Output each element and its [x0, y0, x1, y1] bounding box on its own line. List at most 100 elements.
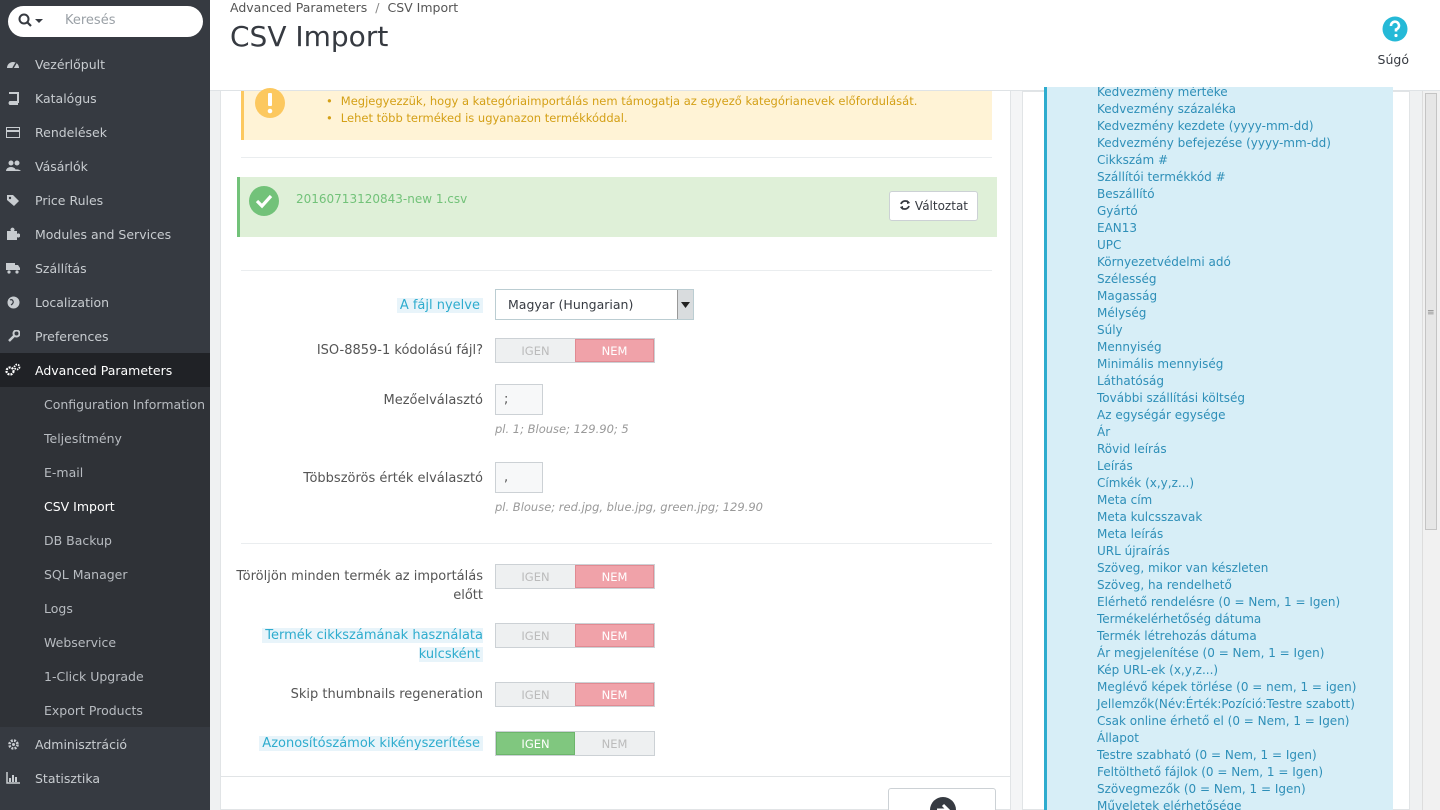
force-ids-toggle[interactable]: IGEN NEM	[495, 731, 655, 756]
nav-item-preferences[interactable]: Preferences	[0, 319, 210, 353]
field-item: Mélység	[1097, 306, 1147, 320]
force-ids-label: Azonosítószámok kikényszerítése	[259, 734, 483, 753]
nav-label: Advanced Parameters	[35, 362, 173, 378]
toggle-yes[interactable]: IGEN	[496, 339, 575, 362]
sub-item-logs[interactable]: Logs	[44, 591, 73, 625]
sku-key-toggle[interactable]: IGEN NEM	[495, 623, 655, 648]
help-label[interactable]: Súgó	[1378, 52, 1409, 67]
toggle-yes[interactable]: IGEN	[496, 565, 575, 588]
available-fields-panel: Kedvezmény mértéke Kedvezmény százaléka Ke…	[1022, 87, 1410, 810]
puzzle-icon	[5, 226, 21, 242]
sub-item-performance[interactable]: Teljesítmény	[44, 421, 122, 455]
field-item: Szöveg, ha rendelhető	[1097, 578, 1232, 592]
bar-chart-icon	[5, 770, 21, 786]
sub-item-sql-manager[interactable]: SQL Manager	[44, 557, 128, 591]
nav-label: Katalógus	[35, 90, 97, 106]
multi-separator-input[interactable]: ,	[495, 462, 543, 493]
search-input[interactable]: Keresés	[65, 13, 115, 28]
sub-item-webservice[interactable]: Webservice	[44, 625, 116, 659]
field-item: Termék létrehozás dátuma	[1097, 629, 1257, 643]
warning-line: Lehet több terméked is ugyanazon termékk…	[326, 110, 917, 127]
nav-label: Vezérlőpult	[35, 56, 106, 72]
field-item: Feltölthető fájlok (0 = Nem, 1 = Igen)	[1097, 765, 1324, 779]
page-scrollbar[interactable]: ≡	[1422, 91, 1440, 810]
language-label: A fájl nyelve	[396, 296, 483, 315]
field-item: Cikkszám #	[1097, 153, 1169, 167]
page-title: CSV Import	[230, 20, 389, 53]
field-item: Csak online érhető el (0 = Nem, 1 = Igen…	[1097, 714, 1350, 728]
nav-label: Localization	[35, 294, 110, 310]
field-item: Láthatóság	[1097, 374, 1164, 388]
change-file-label: Változtat	[914, 199, 968, 213]
toggle-yes[interactable]: IGEN	[496, 732, 576, 755]
tag-icon	[5, 192, 21, 208]
field-separator-label: Mezőelválasztó	[383, 393, 484, 408]
field-item: Elérhető rendelésre (0 = Nem, 1 = Igen)	[1097, 595, 1341, 609]
field-item: Kedvezmény kezdete (yyyy-mm-dd)	[1097, 119, 1314, 133]
nav-item-customers[interactable]: Vásárlók	[0, 149, 210, 183]
field-item: Szélesség	[1097, 272, 1157, 286]
nav-item-orders[interactable]: Rendelések	[0, 115, 210, 149]
chevron-down-icon[interactable]	[677, 290, 693, 319]
field-item: Magasság	[1097, 289, 1158, 303]
language-value: Magyar (Hungarian)	[508, 297, 634, 312]
field-item: Címkék (x,y,z...)	[1097, 476, 1195, 490]
change-file-button[interactable]: Változtat	[888, 191, 978, 221]
field-item: További szállítási költség	[1097, 391, 1245, 405]
gear-icon	[5, 736, 21, 752]
breadcrumb-item[interactable]: Advanced Parameters	[230, 0, 367, 15]
nav-item-catalog[interactable]: Katalógus	[0, 81, 210, 115]
nav-label: Price Rules	[35, 192, 104, 208]
skip-thumbnails-toggle[interactable]: IGEN NEM	[495, 682, 655, 707]
globe-icon	[5, 294, 21, 310]
field-item: Leírás	[1097, 459, 1133, 473]
toggle-no[interactable]: NEM	[575, 732, 654, 755]
sub-item-csv-import[interactable]: CSV Import	[44, 489, 115, 523]
divider	[241, 270, 992, 271]
nav-item-localization[interactable]: Localization	[0, 285, 210, 319]
nav-item-dashboard[interactable]: Vezérlőpult	[0, 47, 210, 81]
form-scrollbar[interactable]	[1011, 91, 1022, 810]
skip-thumbnails-label: Skip thumbnails regeneration	[290, 687, 483, 702]
users-icon	[5, 158, 21, 174]
nav-label: Vásárlók	[35, 158, 88, 174]
toggle-no[interactable]: NEM	[574, 624, 654, 647]
nav-item-modules[interactable]: Modules and Services	[0, 217, 210, 251]
delete-products-toggle[interactable]: IGEN NEM	[495, 564, 655, 589]
nav-item-advanced-parameters[interactable]: Advanced Parameters	[0, 353, 210, 387]
field-item: Az egységár egysége	[1097, 408, 1226, 422]
page-header: Advanced Parameters / CSV Import CSV Impor…	[210, 0, 1440, 91]
breadcrumb-separator: /	[375, 0, 380, 15]
sub-item-1-click-upgrade[interactable]: 1-Click Upgrade	[44, 659, 144, 693]
warning-alert: Megjegyezzük, hogy a kategóriaimportálás…	[241, 88, 992, 140]
sub-item-export-products[interactable]: Export Products	[44, 693, 143, 727]
nav-label: Szállítás	[35, 260, 87, 276]
toggle-yes[interactable]: IGEN	[496, 624, 575, 647]
warning-icon	[254, 87, 286, 123]
field-item: Jellemzők(Név:Érték:Pozíció:Testre szabo…	[1097, 697, 1355, 711]
search-box[interactable]: Keresés	[8, 6, 203, 37]
sub-item-configuration-information[interactable]: Configuration Information	[44, 387, 205, 421]
iso-toggle[interactable]: IGEN NEM	[495, 338, 655, 363]
language-select[interactable]: Magyar (Hungarian)	[495, 289, 694, 320]
nav-item-statistics[interactable]: Statisztika	[0, 761, 210, 795]
field-item: Kedvezmény befejezése (yyyy-mm-dd)	[1097, 136, 1331, 150]
multi-separator-label: Többszörös érték elválasztó	[303, 471, 483, 486]
check-circle-icon	[248, 185, 280, 221]
toggle-yes[interactable]: IGEN	[496, 683, 575, 706]
field-item: Szöveg, mikor van készleten	[1097, 561, 1269, 575]
toggle-no[interactable]: NEM	[574, 683, 654, 706]
help-button[interactable]	[1380, 16, 1410, 46]
field-separator-input[interactable]: ;	[495, 384, 543, 415]
nav-item-shipping[interactable]: Szállítás	[0, 251, 210, 285]
search-icon[interactable]	[18, 13, 48, 29]
next-step-button[interactable]	[888, 788, 996, 810]
multi-separator-help: pl. Blouse; red.jpg, blue.jpg, green.jpg…	[495, 500, 763, 514]
toggle-no[interactable]: NEM	[574, 339, 654, 362]
toggle-no[interactable]: NEM	[574, 565, 654, 588]
truck-icon	[5, 260, 21, 276]
nav-item-price-rules[interactable]: Price Rules	[0, 183, 210, 217]
sub-item-email[interactable]: E-mail	[44, 455, 83, 489]
nav-item-administration[interactable]: Adminisztráció	[0, 727, 210, 761]
sub-item-db-backup[interactable]: DB Backup	[44, 523, 112, 557]
